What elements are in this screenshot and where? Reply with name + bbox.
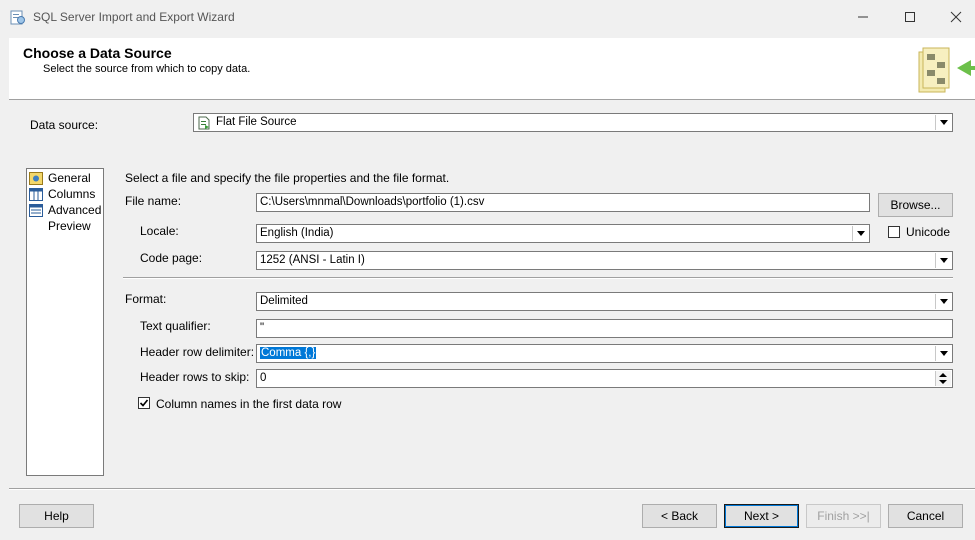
code-page-label: Code page: [140, 251, 203, 265]
unicode-label: Unicode [906, 225, 951, 239]
code-page-value: 1252 (ANSI - Latin I) [260, 254, 365, 266]
section-divider [123, 277, 953, 279]
file-name-label: File name: [125, 194, 182, 208]
nav-item-general[interactable]: General [29, 170, 91, 186]
page-navigation: General Columns Advanced Preview [26, 168, 104, 476]
spin-arrows-icon[interactable] [935, 371, 951, 386]
data-source-label: Data source: [30, 118, 99, 132]
nav-item-preview[interactable]: Preview [29, 218, 91, 234]
unicode-checkbox[interactable] [888, 226, 900, 238]
column-names-label: Column names in the first data row [156, 397, 342, 411]
header-rows-to-skip-stepper[interactable]: 0 [256, 369, 953, 388]
nav-item-label: Preview [48, 219, 91, 233]
next-button[interactable]: Next > [724, 504, 799, 528]
title-bar: SQL Server Import and Export Wizard [0, 0, 975, 36]
data-source-select[interactable]: Flat File Source [193, 113, 953, 132]
header-row-delimiter-value: Comma {,} [260, 347, 317, 359]
advanced-icon [29, 203, 43, 217]
page-title: Choose a Data Source [23, 45, 172, 61]
chevron-down-icon [935, 346, 951, 361]
maximize-button[interactable] [887, 0, 933, 34]
close-button[interactable] [933, 0, 975, 34]
footer-divider [9, 488, 975, 490]
minimize-button[interactable] [840, 0, 886, 34]
wizard-app-icon [10, 10, 25, 25]
data-source-value: Flat File Source [216, 116, 297, 128]
nav-item-label: Advanced [48, 203, 102, 217]
locale-select[interactable]: English (India) [256, 224, 870, 243]
code-page-select[interactable]: 1252 (ANSI - Latin I) [256, 251, 953, 270]
close-icon [950, 11, 962, 23]
chevron-down-icon [852, 226, 868, 241]
chevron-down-icon [935, 253, 951, 268]
locale-value: English (India) [260, 227, 334, 239]
back-button[interactable]: < Back [642, 504, 717, 528]
file-name-input[interactable]: C:\Users\mnmal\Downloads\portfolio (1).c… [256, 193, 870, 212]
nav-item-advanced[interactable]: Advanced [29, 202, 101, 218]
checkmark-icon [139, 399, 149, 407]
header-rows-to-skip-label: Header rows to skip: [140, 370, 250, 384]
column-names-checkbox[interactable] [138, 397, 150, 409]
selected-text: Comma {,} [260, 347, 317, 359]
page-subtitle: Select the source from which to copy dat… [43, 63, 251, 75]
help-button[interactable]: Help [19, 504, 94, 528]
format-select[interactable]: Delimited [256, 292, 953, 311]
data-source-wizard-icon [918, 47, 975, 93]
locale-label: Locale: [140, 224, 179, 238]
finish-button[interactable]: Finish >>| [806, 504, 881, 528]
columns-icon [29, 187, 43, 201]
format-label: Format: [125, 292, 167, 306]
text-qualifier-input[interactable]: " [256, 319, 953, 338]
window-title: SQL Server Import and Export Wizard [33, 10, 235, 24]
cancel-button[interactable]: Cancel [888, 504, 963, 528]
nav-item-columns[interactable]: Columns [29, 186, 95, 202]
instructions-text: Select a file and specify the file prope… [125, 171, 450, 185]
browse-button[interactable]: Browse... [878, 193, 953, 217]
wizard-header: Choose a Data Source Select the source f… [9, 38, 975, 100]
minimize-icon [858, 16, 868, 18]
flat-file-icon [198, 116, 210, 130]
nav-item-label: Columns [48, 187, 96, 201]
nav-item-label: General [48, 171, 91, 185]
header-row-delimiter-label: Header row delimiter: [140, 345, 255, 359]
header-rows-to-skip-value: 0 [260, 372, 267, 384]
general-icon [29, 171, 43, 185]
chevron-down-icon [935, 294, 951, 309]
chevron-down-icon [935, 115, 951, 130]
maximize-icon [905, 12, 915, 22]
header-row-delimiter-select[interactable]: Comma {,} [256, 344, 953, 363]
text-qualifier-label: Text qualifier: [140, 319, 211, 333]
format-value: Delimited [260, 295, 308, 307]
